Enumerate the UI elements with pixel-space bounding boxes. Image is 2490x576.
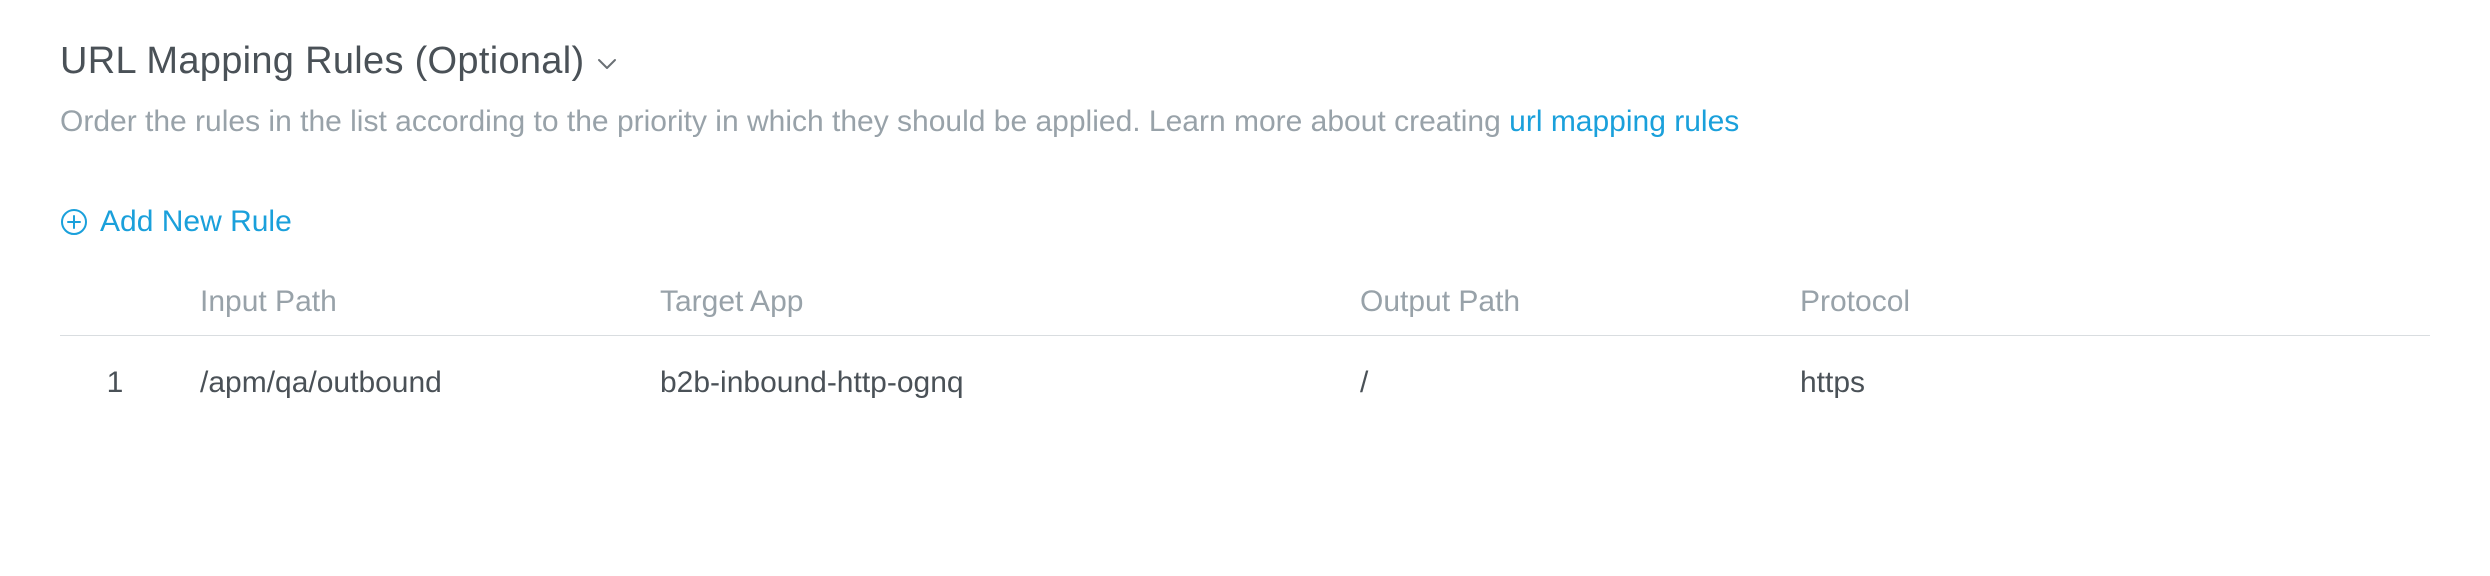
table-header-input-path: Input Path bbox=[180, 285, 640, 319]
table-header-target-app: Target App bbox=[640, 285, 1340, 319]
table-header-blank bbox=[60, 285, 180, 319]
row-input-path: /apm/qa/outbound bbox=[180, 366, 640, 400]
table-header-output-path: Output Path bbox=[1340, 285, 1780, 319]
table-header-row: Input Path Target App Output Path Protoc… bbox=[60, 285, 2430, 336]
table-header-spacer bbox=[2160, 285, 2430, 319]
section-header[interactable]: URL Mapping Rules (Optional) bbox=[60, 40, 2430, 83]
add-new-rule-button[interactable]: Add New Rule bbox=[60, 205, 292, 239]
row-index: 1 bbox=[60, 366, 180, 400]
section-description: Order the rules in the list according to… bbox=[60, 101, 2430, 143]
table-header-protocol: Protocol bbox=[1780, 285, 2160, 319]
description-text: Order the rules in the list according to… bbox=[60, 105, 1509, 138]
plus-circle-icon bbox=[60, 208, 88, 236]
add-new-rule-label: Add New Rule bbox=[100, 205, 292, 239]
url-mapping-rules-link[interactable]: url mapping rules bbox=[1509, 105, 1739, 138]
chevron-down-icon bbox=[596, 53, 618, 75]
row-protocol: https bbox=[1780, 366, 2160, 400]
table-row[interactable]: 1 /apm/qa/outbound b2b-inbound-http-ognq… bbox=[60, 336, 2430, 404]
section-title: URL Mapping Rules (Optional) bbox=[60, 40, 584, 83]
rules-table: Input Path Target App Output Path Protoc… bbox=[60, 285, 2430, 404]
row-output-path: / bbox=[1340, 366, 1780, 400]
row-target-app: b2b-inbound-http-ognq bbox=[640, 366, 1340, 400]
